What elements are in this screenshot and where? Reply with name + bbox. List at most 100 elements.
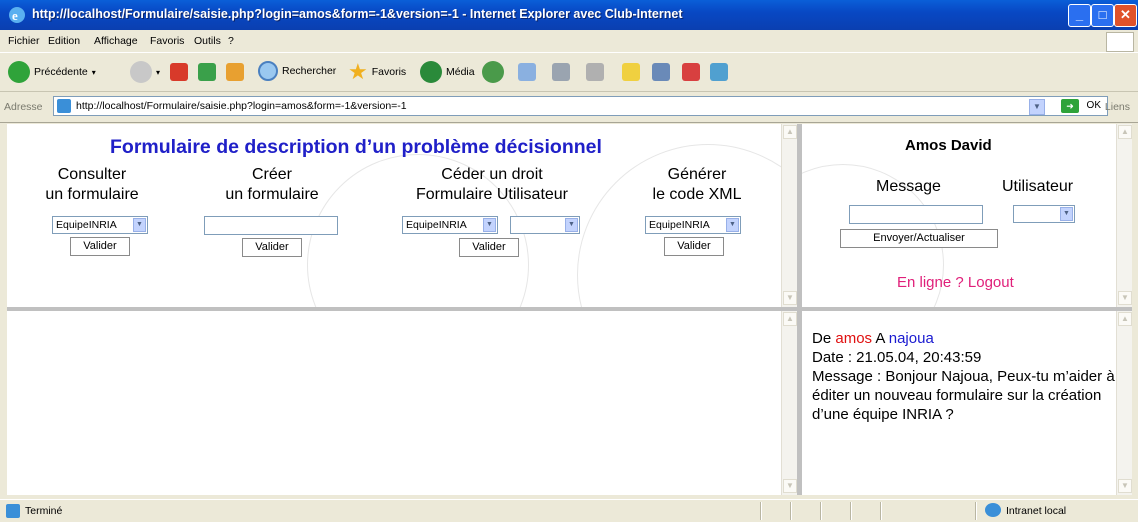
research-icon[interactable] — [682, 63, 700, 81]
address-url[interactable]: http://localhost/Formulaire/saisie.php?l… — [76, 100, 407, 112]
windows-logo-icon — [1106, 32, 1134, 52]
consult-select[interactable]: EquipeINRIA ▼ — [52, 216, 148, 234]
svg-text:e: e — [12, 8, 18, 23]
user-select[interactable]: ▼ — [1013, 205, 1075, 223]
chat-from-user: amos — [835, 330, 873, 347]
stop-icon[interactable] — [170, 63, 188, 81]
history-icon[interactable] — [482, 61, 504, 83]
media-icon — [420, 61, 442, 83]
consult-title: Consulter un formulaire — [45, 166, 139, 203]
scroll-up-icon[interactable]: ▲ — [783, 125, 797, 139]
user-frame: Amos David Message Utilisateur ▼ Envoyer… — [802, 124, 1132, 307]
chevron-down-icon: ▼ — [1060, 207, 1073, 221]
links-toolbar[interactable]: Liens — [1105, 101, 1130, 113]
status-divider — [975, 502, 977, 520]
scroll-up-icon[interactable]: ▲ — [1118, 312, 1132, 326]
internet-explorer-icon: e — [9, 7, 25, 23]
user-frame-scrollbar[interactable]: ▲ ▼ — [1116, 124, 1132, 307]
media-button[interactable]: Média — [420, 61, 475, 83]
menu-affichage[interactable]: Affichage — [94, 35, 138, 47]
contacts-icon[interactable] — [710, 63, 728, 81]
scroll-up-icon[interactable]: ▲ — [783, 312, 797, 326]
search-button[interactable]: Rechercher — [258, 61, 336, 81]
content-frame-scrollbar[interactable]: ▲ ▼ — [781, 311, 797, 495]
menu-favoris[interactable]: Favoris — [150, 35, 184, 47]
create-validate-button[interactable]: Valider — [242, 238, 302, 257]
chat-to-user: najoua — [888, 330, 934, 347]
menu-outils[interactable]: Outils — [194, 35, 221, 47]
go-arrow-icon[interactable]: ➜ — [1061, 99, 1079, 113]
logout-link[interactable]: Logout — [968, 274, 1014, 291]
print-icon[interactable] — [552, 63, 570, 81]
back-arrow-icon — [8, 61, 30, 83]
status-text: Terminé — [25, 505, 63, 517]
status-divider — [790, 502, 792, 520]
star-icon: ★ — [348, 59, 368, 84]
zone-text: Intranet local — [1006, 505, 1067, 517]
address-label: Adresse — [4, 101, 43, 113]
chat-date: Date : 21.05.04, 20:43:59 — [812, 349, 982, 366]
online-links: En ligne ? Logout — [897, 274, 1014, 291]
notes-icon[interactable] — [622, 63, 640, 81]
cede-user-select[interactable]: ▼ — [510, 216, 580, 234]
generate-title: Générer le code XML — [652, 166, 742, 203]
mail-icon[interactable] — [518, 63, 536, 81]
content-frame: ▲ ▼ — [7, 311, 797, 495]
generate-validate-button[interactable]: Valider — [664, 237, 724, 256]
intranet-zone-icon — [985, 503, 1001, 517]
status-divider — [760, 502, 762, 520]
page-done-icon — [6, 504, 20, 518]
user-label: Utilisateur — [1002, 178, 1074, 195]
menu-help[interactable]: ? — [228, 35, 234, 47]
forward-button[interactable]: ▾ — [130, 61, 160, 83]
user-name: Amos David — [905, 137, 992, 154]
go-button-label[interactable]: OK — [1087, 100, 1101, 111]
messenger-icon[interactable] — [652, 63, 670, 81]
form-heading: Formulaire de description d’un problème … — [110, 136, 602, 158]
create-input[interactable] — [204, 216, 338, 235]
address-bar: Adresse http://localhost/Formulaire/sais… — [0, 92, 1138, 123]
generate-select[interactable]: EquipeINRIA ▼ — [645, 216, 741, 234]
create-title: Créer un formulaire — [225, 166, 319, 203]
status-divider — [880, 502, 882, 520]
scroll-down-icon[interactable]: ▼ — [1118, 291, 1132, 305]
chat-from-line: De amos A najoua — [812, 330, 934, 347]
minimize-button[interactable]: _ — [1068, 4, 1091, 27]
frameset: Formulaire de description d’un problème … — [7, 124, 1132, 495]
online-link[interactable]: En ligne ? — [897, 274, 964, 291]
scroll-up-icon[interactable]: ▲ — [1118, 125, 1132, 139]
chat-frame-scrollbar[interactable]: ▲ ▼ — [1116, 311, 1132, 495]
maximize-button[interactable]: □ — [1091, 4, 1114, 27]
address-dropdown-icon[interactable]: ▼ — [1029, 99, 1045, 115]
scroll-down-icon[interactable]: ▼ — [783, 479, 797, 493]
refresh-icon[interactable] — [198, 63, 216, 81]
cede-title: Céder un droit Formulaire Utilisateur — [415, 166, 569, 203]
chat-text: Message : Bonjour Najoua, Peux-tu m’aide… — [812, 368, 1115, 423]
edit-icon[interactable] — [586, 63, 604, 81]
window-titlebar[interactable]: e http://localhost/Formulaire/saisie.php… — [0, 0, 1138, 30]
status-bar: Terminé Intranet local — [0, 499, 1138, 522]
send-refresh-button[interactable]: Envoyer/Actualiser — [840, 229, 998, 248]
chat-frame: De amos A najoua Date : 21.05.04, 20:43:… — [802, 311, 1132, 495]
cede-validate-button[interactable]: Valider — [459, 238, 519, 257]
scroll-down-icon[interactable]: ▼ — [1118, 479, 1132, 493]
search-icon — [258, 61, 278, 81]
favorites-button[interactable]: ★ Favoris — [348, 61, 406, 83]
chevron-down-icon: ▼ — [565, 218, 578, 232]
form-frame-scrollbar[interactable]: ▲ ▼ — [781, 124, 797, 307]
menu-fichier[interactable]: Fichier — [8, 35, 40, 47]
cede-form-select[interactable]: EquipeINRIA ▼ — [402, 216, 498, 234]
form-frame: Formulaire de description d’un problème … — [7, 124, 797, 307]
status-divider — [850, 502, 852, 520]
home-icon[interactable] — [226, 63, 244, 81]
address-field[interactable]: http://localhost/Formulaire/saisie.php?l… — [53, 96, 1108, 116]
message-input[interactable] — [849, 205, 983, 224]
scroll-down-icon[interactable]: ▼ — [783, 291, 797, 305]
consult-validate-button[interactable]: Valider — [70, 237, 130, 256]
message-label: Message — [876, 178, 941, 195]
forward-arrow-icon — [130, 61, 152, 83]
back-button[interactable]: Précédente ▾ — [8, 61, 96, 83]
menu-bar: Fichier Edition Affichage Favoris Outils… — [0, 30, 1138, 53]
menu-edition[interactable]: Edition — [48, 35, 80, 47]
close-button[interactable]: ✕ — [1114, 4, 1137, 27]
